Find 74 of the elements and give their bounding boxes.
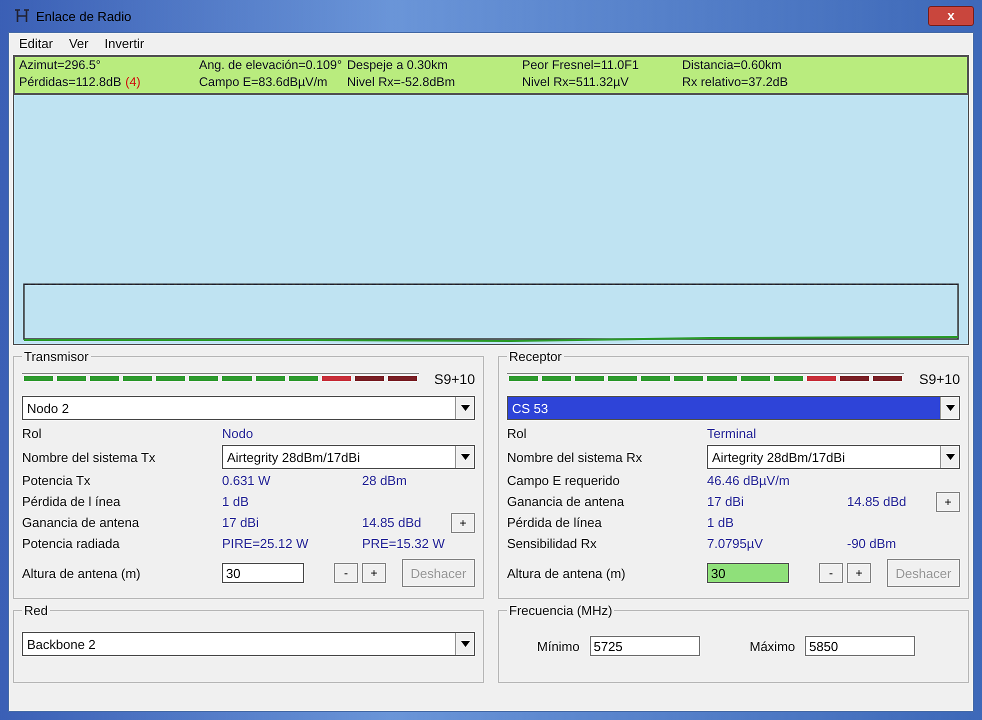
- meter-reading: S9+10: [433, 371, 475, 387]
- field-label: Potencia radiada: [22, 536, 121, 551]
- field-value: Nodo: [222, 426, 254, 441]
- field-label: Rol: [507, 426, 528, 441]
- close-button[interactable]: x: [928, 6, 974, 26]
- field-label: Ganancia de antena: [22, 515, 140, 530]
- dropdown-arrow-icon: [460, 454, 470, 460]
- info-text: Campo E=83.6dBµV/m: [199, 75, 328, 91]
- loss-count-text: (4): [125, 75, 141, 91]
- group-title: Frecuencia (MHz): [508, 603, 614, 618]
- max-frequency-field[interactable]: 5850: [805, 636, 916, 656]
- field-label: Campo E requerido: [507, 473, 621, 488]
- field-value: 17 dBi: [222, 515, 260, 530]
- field-value: 0.631 W: [222, 473, 272, 488]
- meter-reading: S9+10: [918, 371, 960, 387]
- info-text: Nivel Rx=511.32µV: [522, 75, 629, 91]
- field-label: Ganancia de antena: [507, 494, 626, 509]
- dropdown-arrow-icon: [460, 641, 470, 647]
- info-text: Peor Fresnel=11.0F1: [522, 58, 639, 74]
- info-text: Distancia=0.60km: [682, 58, 782, 74]
- group-title: Red: [23, 603, 49, 618]
- unit-dropdown[interactable]: CS 53: [507, 396, 960, 420]
- field-value: PRE=15.32 W: [362, 536, 445, 551]
- network-dropdown[interactable]: Backbone 2: [22, 632, 475, 656]
- field-label: Potencia Tx: [22, 473, 92, 488]
- field-value: 28 dBm: [362, 473, 407, 488]
- plus-button[interactable]: +: [936, 492, 960, 512]
- field-label: Mínimo: [537, 638, 580, 654]
- dropdown-arrow-icon: [946, 454, 954, 460]
- field-label: Sensibilidad Rx: [507, 536, 598, 551]
- dropdown-arrow-icon: [946, 405, 954, 411]
- dropdown-arrow-icon: [460, 405, 470, 411]
- height-field[interactable]: 30: [707, 563, 789, 583]
- menu-item[interactable]: Editar: [19, 36, 53, 52]
- field-value: Terminal: [707, 426, 758, 441]
- unit-dropdown[interactable]: Nodo 2: [22, 396, 475, 420]
- field-value: 1 dB: [222, 494, 250, 509]
- menu-item[interactable]: Invertir: [104, 36, 144, 52]
- field-label: Rol: [22, 426, 43, 441]
- info-text: Despeje a 0.30km: [347, 58, 448, 74]
- info-text: Nivel Rx=-52.8dBm: [347, 75, 456, 91]
- info-text: Ang. de elevación=0.109°: [199, 58, 342, 74]
- field-value: 17 dBi: [707, 494, 745, 509]
- field-value: PIRE=25.12 W: [222, 536, 310, 551]
- field-value: -90 dBm: [847, 536, 896, 551]
- info-text: Azimut=296.5°: [19, 58, 101, 74]
- system-dropdown[interactable]: Airtegrity 28dBm/17dBi: [707, 445, 960, 469]
- field-label: Nombre del sistema Rx: [507, 450, 644, 464]
- field-label: Pérdida de línea: [507, 515, 603, 530]
- field-label: Altura de antena (m): [22, 566, 142, 580]
- menu-item[interactable]: Ver: [68, 36, 88, 52]
- field-value: 7.0795µV: [707, 536, 764, 551]
- field-label: Pérdida de l ínea: [22, 494, 122, 509]
- field-value: 1 dB: [707, 515, 735, 530]
- plus-button[interactable]: +: [847, 563, 871, 583]
- field-value: 14.85 dBd: [362, 515, 422, 530]
- field-label: Nombre del sistema Tx: [22, 450, 156, 464]
- plus-button[interactable]: +: [362, 563, 386, 583]
- field-label: Máximo: [750, 638, 796, 654]
- field-value: 46.46 dBµV/m: [707, 473, 791, 488]
- field-label: Altura de antena (m): [507, 566, 627, 580]
- group-title: Transmisor: [23, 349, 90, 364]
- info-text: Pérdidas=112.8dB: [19, 75, 122, 91]
- antenna-icon: [14, 9, 30, 23]
- height-field[interactable]: 30: [222, 563, 304, 583]
- minus-button[interactable]: -: [819, 563, 843, 583]
- group-title: Receptor: [508, 349, 563, 364]
- minus-button[interactable]: -: [334, 563, 358, 583]
- info-text: Rx relativo=37.2dB: [682, 75, 788, 91]
- system-dropdown[interactable]: Airtegrity 28dBm/17dBi: [222, 445, 475, 469]
- min-frequency-field[interactable]: 5725: [590, 636, 700, 656]
- window-title: Enlace de Radio: [36, 8, 132, 24]
- plus-button[interactable]: +: [451, 512, 475, 532]
- field-value: 14.85 dBd: [847, 494, 906, 509]
